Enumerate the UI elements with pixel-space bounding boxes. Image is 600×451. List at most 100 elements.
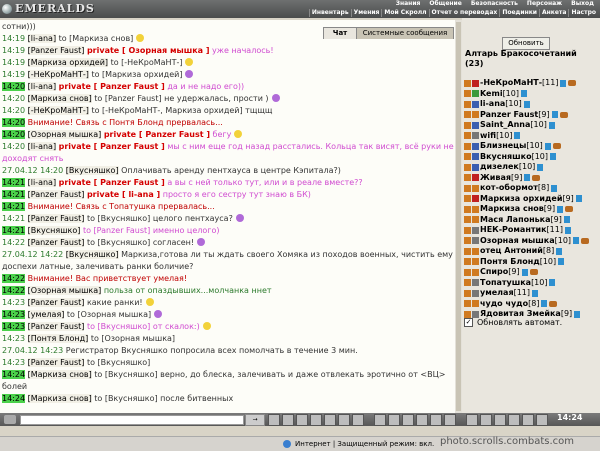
chat-timestamp[interactable]: 14:19 [2, 46, 25, 55]
menu-exit[interactable]: Выход [571, 0, 594, 8]
user-name[interactable]: Мася Лапонька [480, 215, 551, 225]
user-name[interactable]: дизелек [480, 162, 519, 172]
user-list-item[interactable]: Живая [9] [464, 173, 541, 183]
chat-timestamp[interactable]: 27.04.12 14:23 [2, 346, 63, 355]
chat-sender-name[interactable]: [Panzer Faust] [27, 358, 85, 367]
private-message-icon[interactable] [464, 90, 471, 97]
toolbar-button-17[interactable] [508, 414, 520, 426]
toolbar-button-10[interactable] [402, 414, 414, 426]
chat-timestamp[interactable]: 14:23 [2, 298, 25, 307]
user-name[interactable]: Топатушка [480, 278, 531, 288]
toolbar-button-7[interactable] [352, 414, 364, 426]
chat-message-input[interactable] [20, 415, 244, 425]
auto-refresh-option[interactable]: ✓ Обновлять автомат. [464, 318, 562, 327]
user-info-icon[interactable] [551, 111, 558, 118]
chat-timestamp[interactable]: 14:19 [2, 34, 25, 43]
user-info-icon[interactable] [548, 121, 555, 129]
user-name[interactable]: Маркиза орхидей [480, 194, 562, 204]
submenu-inventory[interactable]: Инвентарь [308, 9, 351, 17]
user-list-item[interactable]: Топатушка [10] [464, 278, 556, 288]
tab-chat[interactable]: Чат [323, 27, 357, 39]
user-name[interactable]: Понтя Блонд [480, 257, 540, 267]
chat-timestamp[interactable]: 14:21 [2, 226, 26, 235]
chat-sender-name[interactable]: [li-ana] [27, 178, 57, 187]
private-message-icon[interactable] [464, 258, 471, 265]
auto-refresh-checkbox[interactable]: ✓ [464, 318, 473, 327]
chat-sender-name[interactable]: [li-ana] [27, 34, 57, 43]
chat-timestamp[interactable]: 14:23 [2, 310, 26, 319]
user-list-item[interactable]: Saint_Anna [10] [464, 120, 555, 130]
user-list-item[interactable]: Маркиза орхидей [9] [464, 194, 582, 204]
chat-timestamp[interactable]: 14:24 [2, 394, 26, 403]
toolbar-button-16[interactable] [494, 414, 506, 426]
chat-sender-name[interactable]: [li-ana] [27, 142, 57, 151]
user-list-item[interactable]: li-ana [10] [464, 99, 530, 109]
private-message-icon[interactable] [464, 121, 471, 129]
user-name[interactable]: Kemi [480, 89, 503, 99]
user-info-icon[interactable] [557, 205, 564, 213]
user-info-icon[interactable] [520, 90, 527, 97]
private-message-icon[interactable] [464, 205, 471, 213]
chat-timestamp[interactable]: 14:20 [2, 130, 26, 139]
user-name[interactable]: Живая [480, 173, 511, 183]
chat-sender-name[interactable]: [-НеКроМаНТ-] [27, 70, 89, 79]
toolbar-button-13[interactable] [444, 414, 456, 426]
chat-sender-name[interactable]: [Panzer Faust] [27, 238, 85, 247]
private-message-icon[interactable] [464, 153, 471, 160]
private-message-icon[interactable] [464, 132, 471, 139]
user-list-item[interactable]: Маркиза снов [9] [464, 204, 574, 214]
user-name[interactable]: чудо чудо [480, 299, 528, 309]
private-message-icon[interactable] [464, 300, 471, 307]
user-info-icon[interactable] [537, 163, 544, 171]
chat-sender-name[interactable]: [Маркиза снов] [27, 370, 92, 379]
private-message-icon[interactable] [464, 174, 471, 181]
chat-timestamp[interactable]: 14:20 [2, 118, 26, 127]
smiley-icon[interactable] [4, 415, 16, 424]
chat-timestamp[interactable]: 14:19 [2, 58, 25, 67]
submenu-profile[interactable]: Анкета [539, 9, 568, 17]
user-info-icon[interactable] [556, 247, 563, 255]
toolbar-button-11[interactable] [416, 414, 428, 426]
user-name[interactable]: Panzer Faust [480, 110, 538, 120]
submenu-transfer-report[interactable]: Отчет о переводах [428, 9, 500, 17]
toolbar-button-12[interactable] [430, 414, 442, 426]
user-name[interactable]: отец Антоний [480, 246, 543, 256]
send-button[interactable]: → [245, 414, 265, 426]
chat-sender-name[interactable]: [Вкусняшко] [65, 250, 119, 259]
private-message-icon[interactable] [464, 226, 471, 234]
chat-timestamp[interactable]: 14:21 [2, 178, 26, 187]
toolbar-button-14[interactable] [466, 414, 478, 426]
toolbar-button-5[interactable] [324, 414, 336, 426]
user-info-icon[interactable] [541, 300, 548, 307]
chat-timestamp[interactable]: 14:20 [2, 94, 25, 103]
private-message-icon[interactable] [464, 247, 471, 255]
user-info-icon[interactable] [551, 184, 558, 192]
chat-private-target[interactable]: private [ Panzer Faust ] [59, 142, 165, 151]
user-info-icon[interactable] [523, 100, 530, 108]
chat-sender-name[interactable]: [Понтя Блонд] [27, 334, 89, 343]
toolbar-button-19[interactable] [536, 414, 548, 426]
menu-communication[interactable]: Общение [429, 0, 461, 8]
private-message-icon[interactable] [464, 289, 471, 297]
chat-sender-name[interactable]: [Panzer Faust] [27, 190, 85, 199]
user-name[interactable]: Вкусняшко [480, 152, 532, 162]
user-info-icon[interactable] [563, 216, 570, 223]
chat-timestamp[interactable]: 14:22 [2, 238, 25, 247]
private-message-icon[interactable] [464, 100, 471, 108]
chat-sender-name[interactable]: [-НеКроМаНТ-] [27, 106, 89, 115]
private-message-icon[interactable] [464, 195, 471, 202]
chat-timestamp[interactable]: 14:22 [2, 274, 26, 283]
chat-sender-name[interactable]: [умелая] [27, 310, 65, 319]
user-info-icon[interactable] [524, 174, 531, 181]
toolbar-button-4[interactable] [310, 414, 322, 426]
user-list-item[interactable]: чудо чудо [8] [464, 299, 558, 309]
user-name[interactable]: li-ana [480, 99, 505, 109]
chat-private-target[interactable]: private [ Panzer Faust ] [104, 130, 210, 139]
private-message-icon[interactable] [464, 237, 471, 244]
chat-sender-name[interactable]: [Маркиза снов] [27, 94, 92, 103]
user-list-item[interactable]: -НеКроМаНТ- [11] [464, 78, 577, 88]
submenu-skills[interactable]: Умения [350, 9, 382, 17]
chat-timestamp[interactable]: 27.04.12 14:20 [2, 166, 63, 175]
chat-timestamp[interactable]: 14:21 [2, 202, 26, 211]
chat-timestamp[interactable]: 14:24 [2, 370, 26, 379]
